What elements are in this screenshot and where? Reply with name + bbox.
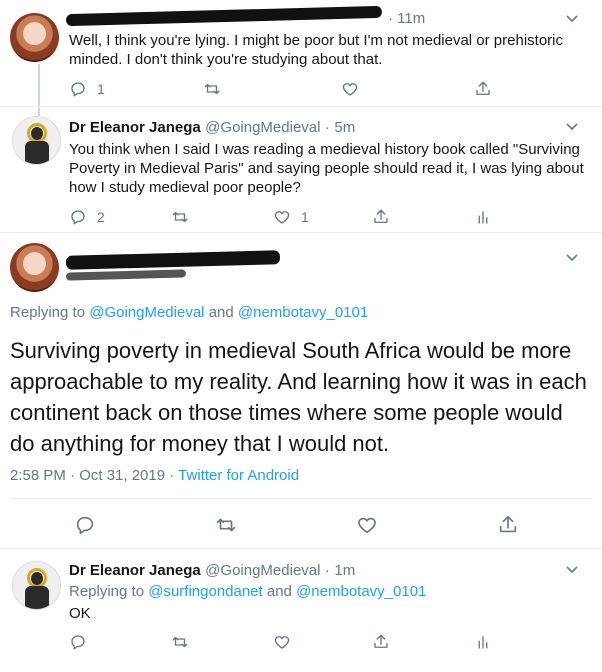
tweet-text: OK <box>69 605 91 622</box>
reply-icon <box>71 82 85 97</box>
caret-down-icon[interactable] <box>565 120 579 134</box>
mention-link[interactable]: @surfingondanet <box>148 583 262 600</box>
reply-icon <box>71 210 85 225</box>
tweet-4[interactable]: Dr Eleanor Janega @GoingMedieval · 1m Re… <box>0 549 602 672</box>
retweet-button[interactable] <box>171 631 189 653</box>
redacted-name <box>65 250 281 270</box>
handle[interactable]: @GoingMedieval <box>205 119 320 136</box>
share-icon <box>499 515 517 533</box>
retweet-button[interactable] <box>215 514 237 536</box>
mention-link[interactable]: @GoingMedieval <box>89 304 204 321</box>
retweet-button[interactable] <box>203 78 221 100</box>
avatar[interactable] <box>10 13 59 62</box>
tweet-timestamp[interactable]: 2:58 PM · Oct 31, 2019 <box>10 467 165 484</box>
replying-to: Replying to @GoingMedieval and @nembotav… <box>10 304 369 321</box>
avatar[interactable] <box>10 243 59 292</box>
tweet-actions <box>74 514 524 536</box>
display-name[interactable]: Dr Eleanor Janega <box>69 119 201 136</box>
tweet-1[interactable]: · 11m Well, I think you're lying. I migh… <box>0 0 602 106</box>
tweet-2[interactable]: Dr Eleanor Janega @GoingMedieval · 5m Yo… <box>0 107 602 233</box>
retweet-icon <box>172 636 188 648</box>
reply-button[interactable] <box>74 514 96 536</box>
tweet-source[interactable]: Twitter for Android <box>178 467 299 484</box>
like-count: 1 <box>301 209 309 225</box>
redacted-handle <box>65 269 187 281</box>
mention-link[interactable]: @nembotavy_0101 <box>238 304 368 321</box>
like-button[interactable]: 1 <box>273 206 309 228</box>
share-button[interactable] <box>372 206 390 228</box>
reply-button[interactable] <box>69 631 87 653</box>
reply-count: 1 <box>97 81 105 97</box>
like-icon <box>358 517 376 534</box>
analytics-button[interactable] <box>474 206 492 228</box>
focused-tweet: Replying to @GoingMedieval and @nembotav… <box>0 233 602 548</box>
caret-down-icon[interactable] <box>565 251 579 265</box>
analytics-icon <box>478 211 488 224</box>
tweet-actions: 2 1 <box>69 206 509 228</box>
share-button[interactable] <box>497 514 519 536</box>
like-icon <box>274 211 290 224</box>
reply-icon <box>71 635 85 650</box>
tweet-time[interactable]: 1m <box>334 562 355 579</box>
share-icon <box>374 209 388 223</box>
retweet-icon <box>204 83 220 95</box>
like-icon <box>274 636 290 649</box>
retweet-button[interactable] <box>171 206 189 228</box>
like-button[interactable] <box>341 78 359 100</box>
like-button[interactable] <box>273 631 291 653</box>
divider <box>10 498 592 499</box>
replying-to: Replying to @surfingondanet and @nembota… <box>69 583 427 600</box>
tweet-time[interactable]: 5m <box>334 119 355 136</box>
caret-down-icon[interactable] <box>565 12 579 26</box>
tweet-header: Dr Eleanor Janega @GoingMedieval · 1m <box>69 562 356 579</box>
mention-link[interactable]: @nembotavy_0101 <box>296 583 426 600</box>
handle[interactable]: @GoingMedieval <box>205 562 320 579</box>
avatar[interactable] <box>12 116 61 165</box>
tweet-time[interactable]: · 11m <box>388 10 425 27</box>
tweet-actions: 1 <box>69 78 509 100</box>
retweet-icon <box>216 518 236 532</box>
analytics-button[interactable] <box>474 631 492 653</box>
share-icon <box>476 81 490 95</box>
reply-button[interactable]: 1 <box>69 78 105 100</box>
tweet-text: You think when I said I was reading a me… <box>69 141 584 196</box>
tweet-timestamp-row: 2:58 PM · Oct 31, 2019 · Twitter for And… <box>10 467 300 484</box>
tweet-header: Dr Eleanor Janega @GoingMedieval · 5m <box>69 119 356 136</box>
display-name[interactable]: Dr Eleanor Janega <box>69 562 201 579</box>
reply-count: 2 <box>97 209 105 225</box>
reply-button[interactable]: 2 <box>69 206 105 228</box>
share-button[interactable] <box>372 631 390 653</box>
analytics-icon <box>478 636 488 649</box>
caret-down-icon[interactable] <box>565 563 579 577</box>
tweet-text: Well, I think you're lying. I might be p… <box>69 32 564 68</box>
share-icon <box>374 634 388 648</box>
tweet-text: Surviving poverty in medieval South Afri… <box>10 338 587 456</box>
retweet-icon <box>172 211 188 223</box>
like-button[interactable] <box>356 514 378 536</box>
reply-icon <box>76 516 94 535</box>
like-icon <box>342 83 358 96</box>
avatar[interactable] <box>12 561 61 610</box>
share-button[interactable] <box>474 78 492 100</box>
tweet-actions <box>69 631 509 653</box>
redacted-name <box>65 5 383 27</box>
